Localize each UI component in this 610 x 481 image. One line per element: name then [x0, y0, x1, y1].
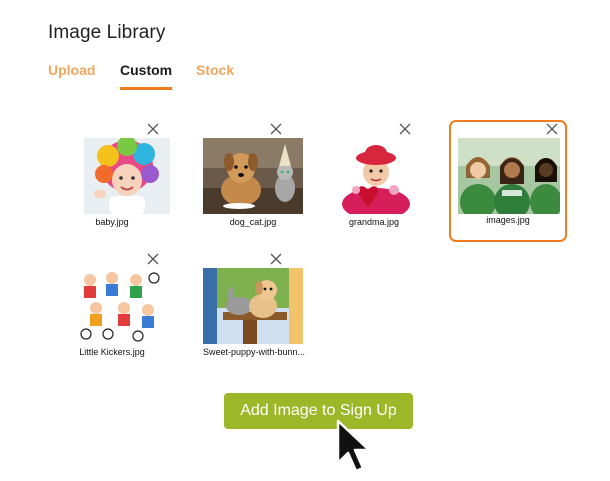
image-thumbnail	[203, 268, 303, 344]
image-tile-little-kickers[interactable]: Little Kickers.jpg	[54, 250, 170, 368]
image-tile-baby[interactable]: baby.jpg	[54, 120, 170, 238]
image-tile-sweet-puppy[interactable]: Sweet-puppy-with-bunn...	[177, 250, 305, 368]
image-tile-grandma[interactable]: grandma.jpg	[306, 120, 422, 238]
image-caption: baby.jpg	[95, 217, 129, 227]
close-icon[interactable]	[146, 252, 160, 266]
image-tile-dog-cat[interactable]: dog_cat.jpg	[177, 120, 303, 238]
mouse-cursor-icon	[336, 419, 372, 475]
image-caption: images.jpg	[486, 215, 530, 225]
page-title: Image Library	[48, 22, 166, 43]
tab-stock[interactable]: Stock	[196, 62, 234, 87]
close-icon[interactable]	[545, 122, 559, 136]
close-icon[interactable]	[146, 122, 160, 136]
image-thumbnail	[84, 138, 170, 214]
image-tile-images[interactable]: images.jpg	[449, 120, 567, 242]
image-thumbnail	[328, 138, 420, 214]
image-caption: Little Kickers.jpg	[79, 347, 145, 357]
add-image-button[interactable]: Add Image to Sign Up	[224, 393, 413, 429]
close-icon[interactable]	[269, 122, 283, 136]
tab-custom[interactable]: Custom	[120, 62, 173, 90]
tab-upload[interactable]: Upload	[48, 62, 95, 87]
image-caption: grandma.jpg	[348, 217, 400, 227]
image-thumbnail	[458, 138, 560, 214]
image-thumbnail	[203, 138, 303, 214]
close-icon[interactable]	[398, 122, 412, 136]
image-caption: Sweet-puppy-with-bunn...	[202, 347, 306, 357]
image-thumbnail	[78, 268, 164, 344]
image-caption: dog_cat.jpg	[229, 217, 277, 227]
close-icon[interactable]	[269, 252, 283, 266]
